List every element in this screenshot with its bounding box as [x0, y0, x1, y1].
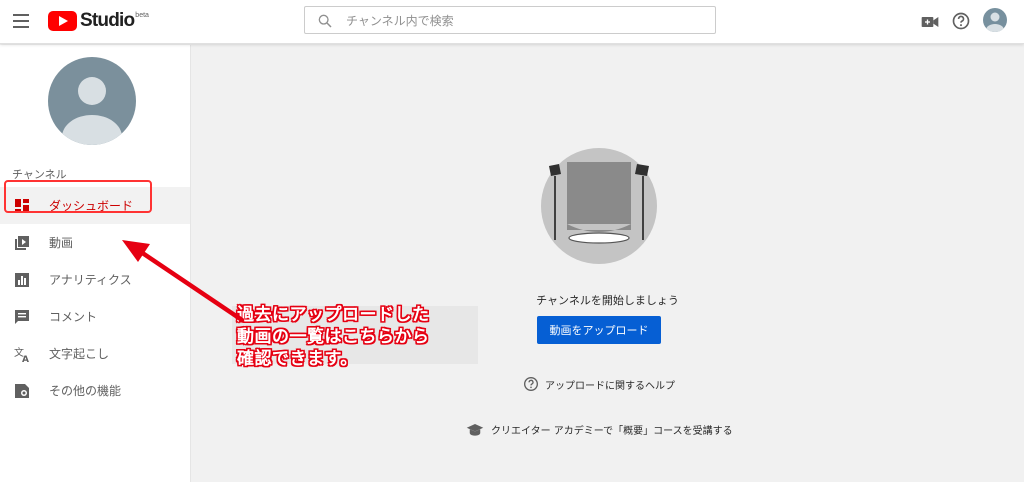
translate-icon: 文A: [14, 346, 29, 362]
annotation-line: 過去にアップロードした: [237, 305, 430, 325]
creator-academy-link[interactable]: クリエイター アカデミーで「概要」コースを受講する: [466, 422, 733, 437]
sidebar-item-label: 動画: [49, 236, 74, 250]
upload-help-link[interactable]: アップロードに関するヘルプ: [523, 376, 675, 392]
sidebar-item-label: 文字起こし: [49, 347, 110, 361]
video-camera-icon[interactable]: [920, 12, 940, 32]
video-library-icon: [15, 235, 29, 250]
sidebar-item-label: その他の機能: [49, 384, 122, 398]
main-content: チャンネルを開始しましょう 動画をアップロード アップロードに関するヘルプ クリ…: [191, 45, 1024, 482]
search-box[interactable]: [304, 6, 716, 34]
sidebar-item-transcriptions[interactable]: 文A 文字起こし: [0, 335, 190, 372]
top-bar: Studio beta: [0, 0, 1024, 44]
videos-highlight-box: [4, 180, 152, 213]
youtube-studio-logo[interactable]: Studio beta: [48, 9, 149, 33]
analytics-icon: [15, 272, 29, 287]
account-avatar[interactable]: [983, 8, 1007, 32]
help-icon[interactable]: [951, 11, 971, 31]
annotation-callout: 過去にアップロードした 動画の一覧はこちらから 確認できます。: [237, 304, 430, 370]
beta-badge: beta: [135, 11, 149, 19]
sidebar-item-label: コメント: [49, 310, 98, 324]
upload-help-label: アップロードに関するヘルプ: [545, 380, 675, 392]
sidebar-item-other-features[interactable]: その他の機能: [0, 372, 190, 409]
channel-avatar[interactable]: [48, 57, 136, 145]
annotation-line: 確認できます。: [237, 349, 358, 369]
search-input[interactable]: [346, 11, 706, 31]
comment-icon: [15, 309, 29, 324]
more-features-icon: [15, 383, 29, 398]
logo-text: Studio: [80, 10, 135, 31]
svg-text:A: A: [22, 355, 29, 362]
annotation-arrow: [122, 240, 245, 323]
studio-illustration: [541, 148, 657, 264]
upload-video-button[interactable]: 動画をアップロード: [537, 316, 661, 344]
graduation-cap-icon: [466, 423, 484, 436]
search-icon[interactable]: [317, 13, 333, 29]
menu-icon[interactable]: [13, 14, 29, 28]
youtube-play-icon: [48, 11, 77, 31]
help-icon: [524, 377, 538, 391]
creator-academy-label: クリエイター アカデミーで「概要」コースを受講する: [491, 426, 733, 437]
annotation-line: 動画の一覧はこちらから: [237, 327, 430, 347]
